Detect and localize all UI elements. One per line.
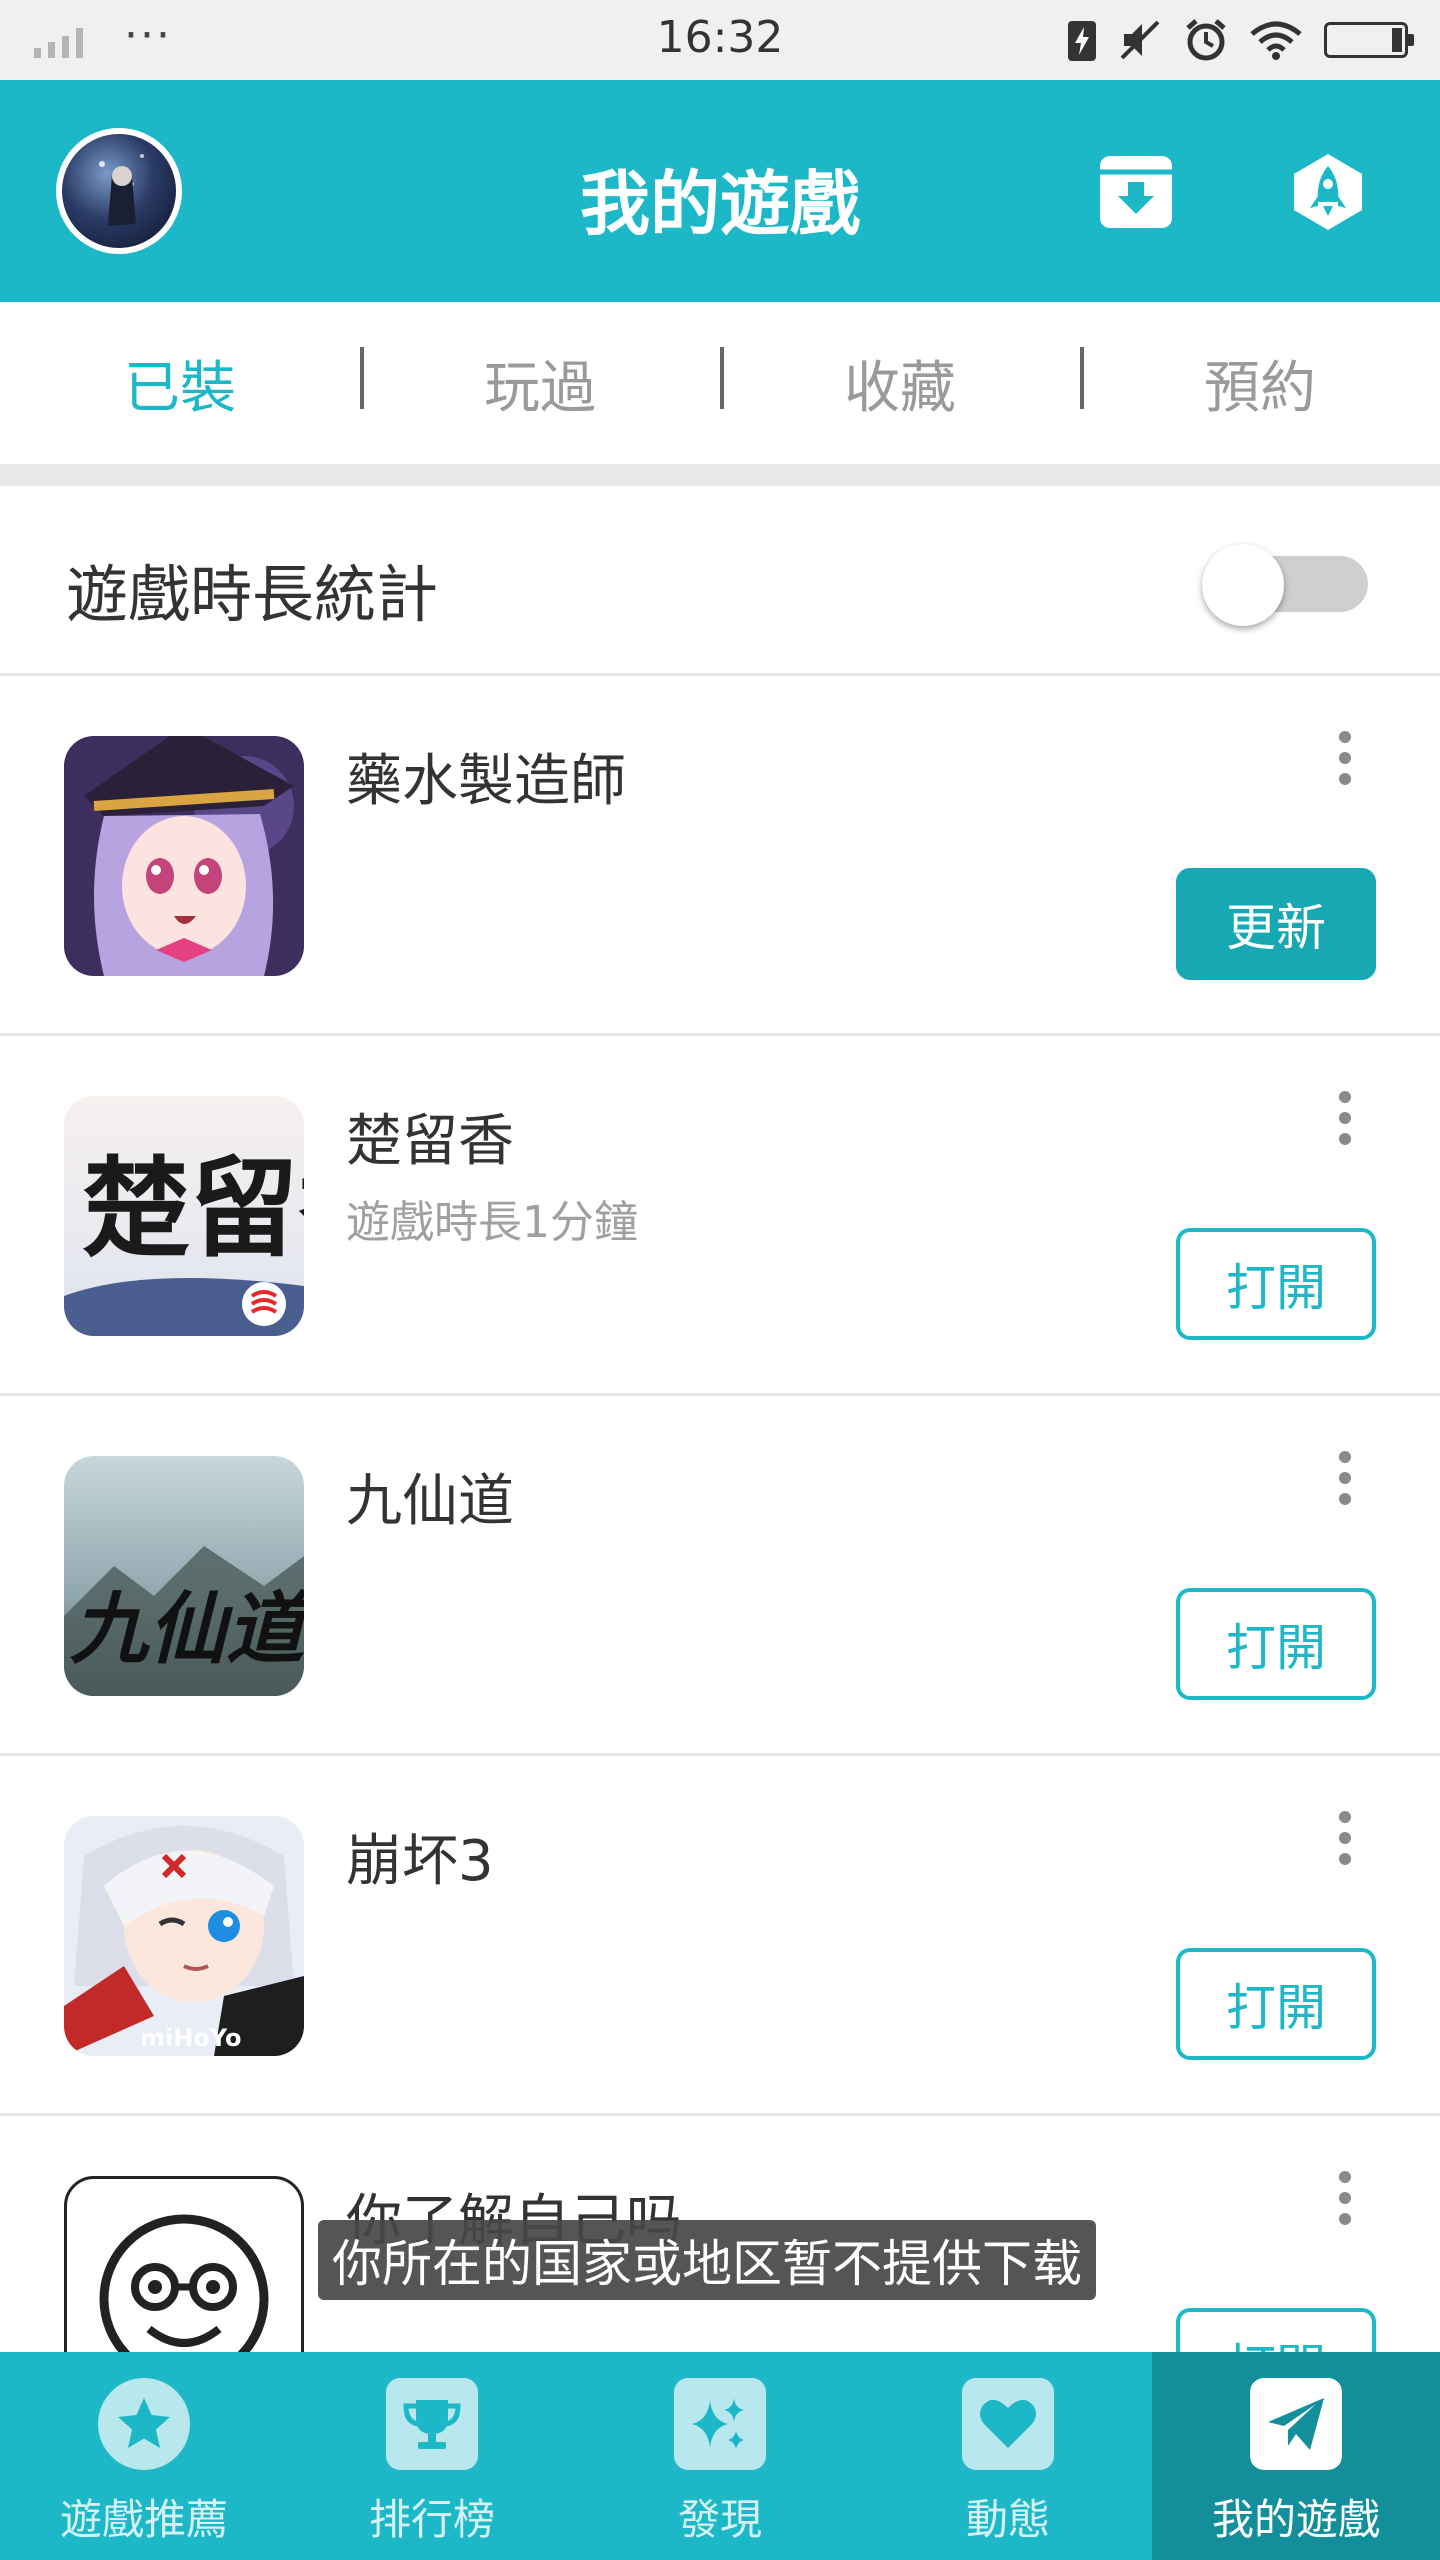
status-bar: ··· 16:32 bbox=[0, 0, 1440, 80]
playtime-stats-toggle[interactable] bbox=[1202, 544, 1368, 626]
library-tabs: 已裝 玩過 收藏 預約 bbox=[0, 302, 1440, 464]
mute-icon bbox=[1120, 20, 1160, 60]
game-name: 藥水製造師 bbox=[346, 749, 626, 814]
playtime-stats-row: 遊戲時長統計 bbox=[0, 486, 1440, 676]
icon-brand-text: miHoYo bbox=[140, 2024, 241, 2052]
installed-games-list: 藥水製造師 更新 楚留香 楚留香 遊戲時長1分鐘 打開 九仙道 bbox=[0, 676, 1440, 2352]
tab-favorites[interactable]: 收藏 bbox=[720, 343, 1080, 424]
speed-boost-button[interactable] bbox=[1288, 152, 1368, 232]
battery-icon bbox=[1324, 22, 1414, 58]
game-name: 楚留香 bbox=[346, 1109, 514, 1174]
tab-reservations[interactable]: 預約 bbox=[1080, 343, 1440, 424]
download-manager-button[interactable] bbox=[1096, 152, 1176, 232]
nav-label: 發現 bbox=[677, 2495, 762, 2544]
playtime-stats-label: 遊戲時長統計 bbox=[66, 558, 439, 631]
nav-label: 排行榜 bbox=[368, 2495, 495, 2544]
update-button[interactable]: 更新 bbox=[1176, 868, 1376, 980]
heart-icon bbox=[962, 2378, 1054, 2470]
alarm-icon bbox=[1186, 19, 1226, 61]
game-row[interactable]: miHoYo 崩坏3 打開 bbox=[0, 1756, 1440, 2116]
honkai3-icon[interactable]: miHoYo bbox=[64, 1816, 304, 2056]
nav-activity[interactable]: 動態 bbox=[864, 2352, 1152, 2560]
tab-installed[interactable]: 已裝 bbox=[0, 343, 360, 424]
more-options-icon[interactable] bbox=[1320, 1440, 1370, 1516]
download-box-icon bbox=[1100, 156, 1172, 228]
game-row[interactable]: 楚留香 楚留香 遊戲時長1分鐘 打開 bbox=[0, 1036, 1440, 1396]
game-row[interactable]: 九仙道 九仙道 打開 bbox=[0, 1396, 1440, 1756]
bottom-navigation: 遊戲推薦 排行榜 發現 動態 我的遊戲 bbox=[0, 2352, 1440, 2560]
trophy-icon bbox=[386, 2378, 478, 2470]
nav-rankings[interactable]: 排行榜 bbox=[288, 2352, 576, 2560]
chu-liu-xiang-icon[interactable]: 楚留香 bbox=[64, 1096, 304, 1336]
more-options-icon[interactable] bbox=[1320, 1080, 1370, 1156]
game-name: 崩坏3 bbox=[346, 1829, 494, 1894]
jiu-xian-dao-icon[interactable]: 九仙道 bbox=[64, 1456, 304, 1696]
smiley-glasses-icon[interactable] bbox=[64, 2176, 304, 2352]
icon-calligraphy: 楚留香 bbox=[82, 1146, 304, 1272]
game-playtime: 遊戲時長1分鐘 bbox=[346, 1197, 638, 1248]
sparkle-icon bbox=[674, 2378, 766, 2470]
nav-my-games[interactable]: 我的遊戲 bbox=[1152, 2352, 1440, 2560]
nav-discover[interactable]: 發現 bbox=[576, 2352, 864, 2560]
toggle-knob bbox=[1202, 544, 1284, 626]
open-button[interactable]: 打開 bbox=[1176, 2308, 1376, 2352]
nav-game-recommendations[interactable]: 遊戲推薦 bbox=[0, 2352, 288, 2560]
status-icons bbox=[1068, 14, 1414, 66]
open-button[interactable]: 打開 bbox=[1176, 1228, 1376, 1340]
icon-calligraphy: 九仙道 bbox=[70, 1584, 304, 1675]
app-header: 我的遊戲 bbox=[0, 80, 1440, 302]
tab-played[interactable]: 玩過 bbox=[360, 343, 720, 424]
wifi-icon bbox=[1250, 21, 1302, 60]
open-button[interactable]: 打開 bbox=[1176, 1948, 1376, 2060]
nav-label: 我的遊戲 bbox=[1211, 2495, 1380, 2544]
more-options-icon[interactable] bbox=[1320, 1800, 1370, 1876]
nav-label: 遊戲推薦 bbox=[59, 2495, 228, 2544]
paper-plane-icon bbox=[1250, 2378, 1342, 2470]
more-options-icon[interactable] bbox=[1320, 720, 1370, 796]
charging-icon bbox=[1068, 21, 1096, 61]
region-unavailable-toast: 你所在的国家或地区暂不提供下载 bbox=[318, 2220, 1096, 2300]
page-title: 我的遊戲 bbox=[580, 163, 860, 245]
potion-maker-icon[interactable] bbox=[64, 736, 304, 976]
star-icon bbox=[98, 2378, 190, 2470]
section-divider bbox=[0, 464, 1440, 486]
more-options-icon[interactable] bbox=[1320, 2160, 1370, 2236]
game-name: 九仙道 bbox=[346, 1469, 514, 1534]
game-row[interactable]: 藥水製造師 更新 bbox=[0, 676, 1440, 1036]
nav-label: 動態 bbox=[965, 2495, 1050, 2544]
open-button[interactable]: 打開 bbox=[1176, 1588, 1376, 1700]
rocket-icon bbox=[1294, 154, 1362, 230]
